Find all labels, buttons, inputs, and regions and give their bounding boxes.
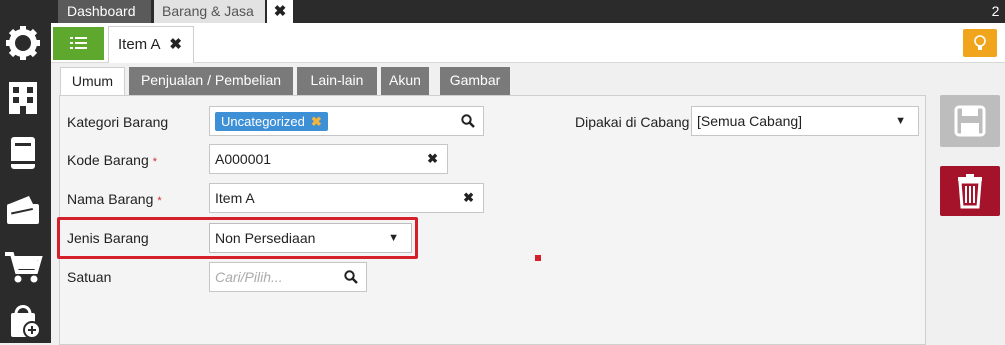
- building-icon[interactable]: [3, 78, 43, 118]
- item-tab-label: Item A: [118, 36, 161, 53]
- nama-value: Item A: [215, 190, 255, 206]
- clear-kode-icon[interactable]: ✖: [427, 145, 438, 173]
- cabang-value: [Semua Cabang]: [697, 113, 803, 129]
- tab-dashboard[interactable]: Dashboard: [58, 0, 151, 23]
- nama-input[interactable]: Item A ✖: [209, 183, 484, 213]
- save-button[interactable]: [940, 95, 1000, 147]
- required-mark: *: [157, 195, 162, 207]
- tab-gambar[interactable]: Gambar: [440, 67, 510, 95]
- close-tab-icon[interactable]: ✖: [267, 0, 293, 23]
- clear-nama-icon[interactable]: ✖: [463, 184, 474, 212]
- nama-label-text: Nama Barang: [67, 191, 154, 207]
- remove-tag-icon[interactable]: ✖: [311, 114, 322, 129]
- chevron-down-icon: ▼: [895, 115, 906, 127]
- tab-lain-lain[interactable]: Lain-lain: [297, 67, 377, 95]
- nama-label: Nama Barang *: [67, 191, 162, 207]
- trash-icon: [958, 174, 982, 209]
- cabang-label: Dipakai di Cabang: [575, 114, 690, 130]
- top-tab-bar: Dashboard Barang & Jasa ✖ 2: [51, 0, 1005, 23]
- hint-button[interactable]: [963, 29, 997, 57]
- kode-input[interactable]: A000001 ✖: [209, 144, 448, 174]
- item-tab[interactable]: Item A ✖: [108, 26, 194, 63]
- list-menu-button[interactable]: [53, 27, 104, 60]
- marker-dot: [535, 255, 541, 261]
- category-tag-label: Uncategorized: [221, 114, 305, 129]
- lightbulb-icon: [974, 35, 986, 50]
- settings-gear-icon[interactable]: [3, 23, 43, 63]
- delete-button[interactable]: [940, 166, 1000, 216]
- wallet-icon[interactable]: [3, 190, 43, 230]
- required-mark: *: [152, 156, 158, 168]
- kategori-label: Kategori Barang: [67, 114, 169, 130]
- category-tag: Uncategorized ✖: [215, 112, 328, 131]
- tab-penjualan-pembelian[interactable]: Penjualan / Pembelian: [129, 67, 293, 95]
- satuan-input[interactable]: Cari/Pilih...: [209, 262, 367, 292]
- search-icon[interactable]: [461, 114, 475, 128]
- kode-label: Kode Barang *: [67, 152, 157, 168]
- book-icon[interactable]: [3, 133, 43, 173]
- counter-badge: 2: [991, 3, 1000, 19]
- satuan-placeholder: Cari/Pilih...: [215, 269, 283, 285]
- satuan-label: Satuan: [67, 269, 112, 285]
- highlight-box: [57, 217, 418, 259]
- sidebar: [0, 0, 51, 343]
- kategori-field[interactable]: Uncategorized ✖: [209, 106, 484, 136]
- close-item-tab-icon[interactable]: ✖: [169, 27, 182, 62]
- bag-add-icon[interactable]: [3, 300, 43, 340]
- cabang-select[interactable]: [Semua Cabang] ▼: [691, 106, 919, 136]
- search-icon[interactable]: [344, 270, 358, 284]
- kode-label-text: Kode Barang: [67, 152, 149, 168]
- save-icon: [954, 105, 986, 137]
- kode-value: A000001: [215, 151, 272, 167]
- document-bar: Item A ✖: [51, 23, 1005, 63]
- tab-barang-jasa[interactable]: Barang & Jasa: [154, 0, 265, 23]
- tab-umum[interactable]: Umum: [60, 67, 125, 96]
- tab-akun[interactable]: Akun: [381, 67, 429, 95]
- list-icon: [70, 37, 87, 49]
- cart-icon[interactable]: [3, 246, 43, 286]
